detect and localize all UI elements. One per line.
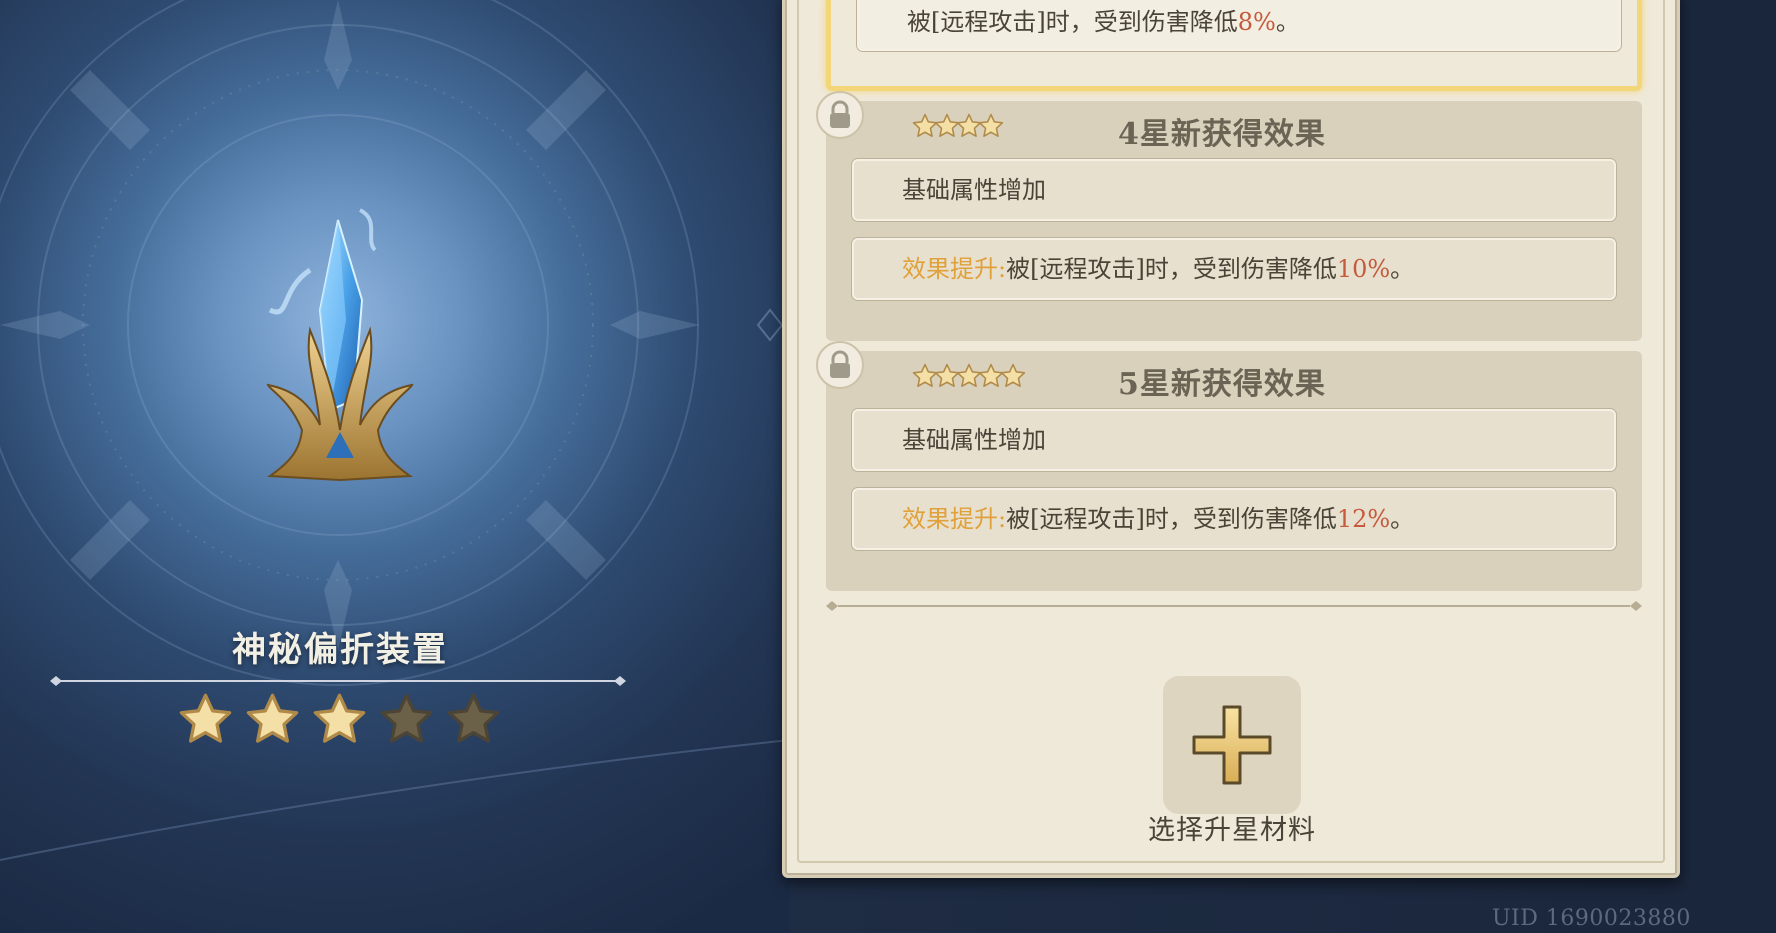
- effect-value: 8%: [1237, 8, 1276, 36]
- tier-5-effect-base: 基础属性增加: [852, 409, 1616, 471]
- tier-4-stars: [912, 113, 1004, 139]
- tier-4-title: 4星新获得效果: [1118, 117, 1326, 152]
- star-upgrade-panel: 被[远程攻击]时，受到伤害降低8%。 4星新获得效果 基础属性增加 效果提升:被…: [782, 0, 1680, 878]
- effect-prefix: 效果提升:: [902, 505, 1007, 533]
- effect-text: 基础属性增加: [902, 176, 1046, 204]
- add-material-label: 选择升星材料: [1148, 815, 1316, 846]
- lock-icon: [816, 341, 864, 389]
- star-icon: [978, 113, 1004, 137]
- star-filled-icon: [246, 693, 299, 743]
- tier-4-effect-boost: 效果提升:被[远程攻击]时，受到伤害降低10%。: [852, 238, 1616, 300]
- effect-suffix: 。: [1390, 255, 1415, 283]
- effect-value: 10%: [1336, 255, 1391, 283]
- tier-5-effect-boost: 效果提升:被[远程攻击]时，受到伤害降低12%。: [852, 488, 1616, 550]
- panel-divider: [826, 601, 1642, 611]
- tier-3-block: 被[远程攻击]时，受到伤害降低8%。: [826, 0, 1642, 91]
- tier-5-title: 5星新获得效果: [1118, 367, 1326, 402]
- star-icon: [1000, 363, 1026, 387]
- tier-3-effect: 被[远程攻击]时，受到伤害降低8%。: [857, 0, 1621, 51]
- star-rating: [178, 692, 501, 747]
- crystal-device-icon: [266, 208, 414, 482]
- effect-text: 被[远程攻击]时，受到伤害降低: [907, 8, 1238, 36]
- tier-5-block: 5星新获得效果 基础属性增加 效果提升:被[远程攻击]时，受到伤害降低12%。: [816, 341, 1642, 591]
- uid-label: UID 1690023880: [1492, 906, 1691, 931]
- effect-text: 被[远程攻击]时，受到伤害降低: [1006, 505, 1337, 533]
- tier-4-block: 4星新获得效果 基础属性增加 效果提升:被[远程攻击]时，受到伤害降低10%。: [816, 91, 1642, 341]
- star-empty-icon: [380, 693, 433, 743]
- effect-suffix: 。: [1275, 8, 1300, 36]
- star-filled-icon: [313, 693, 366, 743]
- add-material-button[interactable]: [1163, 676, 1301, 814]
- star-filled-icon: [179, 693, 232, 743]
- lock-icon: [816, 91, 864, 139]
- effect-text: 被[远程攻击]时，受到伤害降低: [1006, 255, 1337, 283]
- tier-5-stars: [912, 363, 1026, 389]
- item-name: 神秘偏折装置: [232, 630, 448, 670]
- effect-value: 12%: [1336, 505, 1391, 533]
- plus-icon: [1192, 705, 1272, 785]
- effect-text: 基础属性增加: [902, 426, 1046, 454]
- name-divider: [50, 676, 626, 686]
- effect-suffix: 。: [1390, 505, 1415, 533]
- star-empty-icon: [447, 693, 500, 743]
- tier-4-effect-base: 基础属性增加: [852, 159, 1616, 221]
- effect-prefix: 效果提升:: [902, 255, 1007, 283]
- item-showcase: 神秘偏折装置: [0, 0, 790, 933]
